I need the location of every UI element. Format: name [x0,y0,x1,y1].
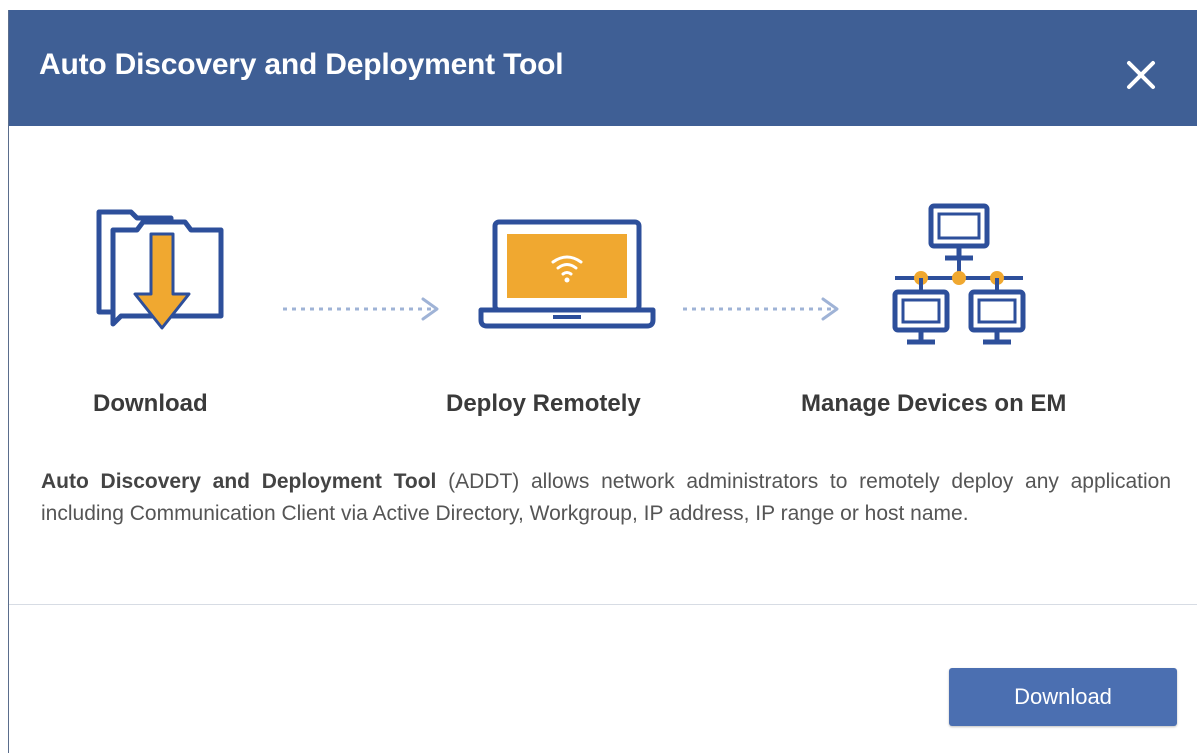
download-folder-icon [91,200,231,345]
dialog-header: Auto Discovery and Deployment Tool [9,10,1197,126]
step-label-download: Download [93,390,208,417]
steps-diagram: Download Deploy Remotely Manage Devices … [9,126,1197,456]
network-devices-icon [889,202,1029,357]
step-label-deploy-remotely: Deploy Remotely [446,390,641,417]
download-button[interactable]: Download [949,668,1177,726]
description-bold: Auto Discovery and Deployment Tool [41,470,437,493]
step-label-manage-devices: Manage Devices on EM [801,390,1067,417]
dotted-arrow-icon [681,294,851,329]
dialog-title: Auto Discovery and Deployment Tool [39,48,564,81]
footer-divider [9,604,1197,605]
close-icon[interactable] [1121,55,1161,95]
description-text: Auto Discovery and Deployment Tool (ADDT… [41,466,1171,530]
laptop-wifi-icon [477,216,657,341]
dotted-arrow-icon [281,294,451,329]
dialog: Auto Discovery and Deployment Tool Downl… [8,10,1197,753]
